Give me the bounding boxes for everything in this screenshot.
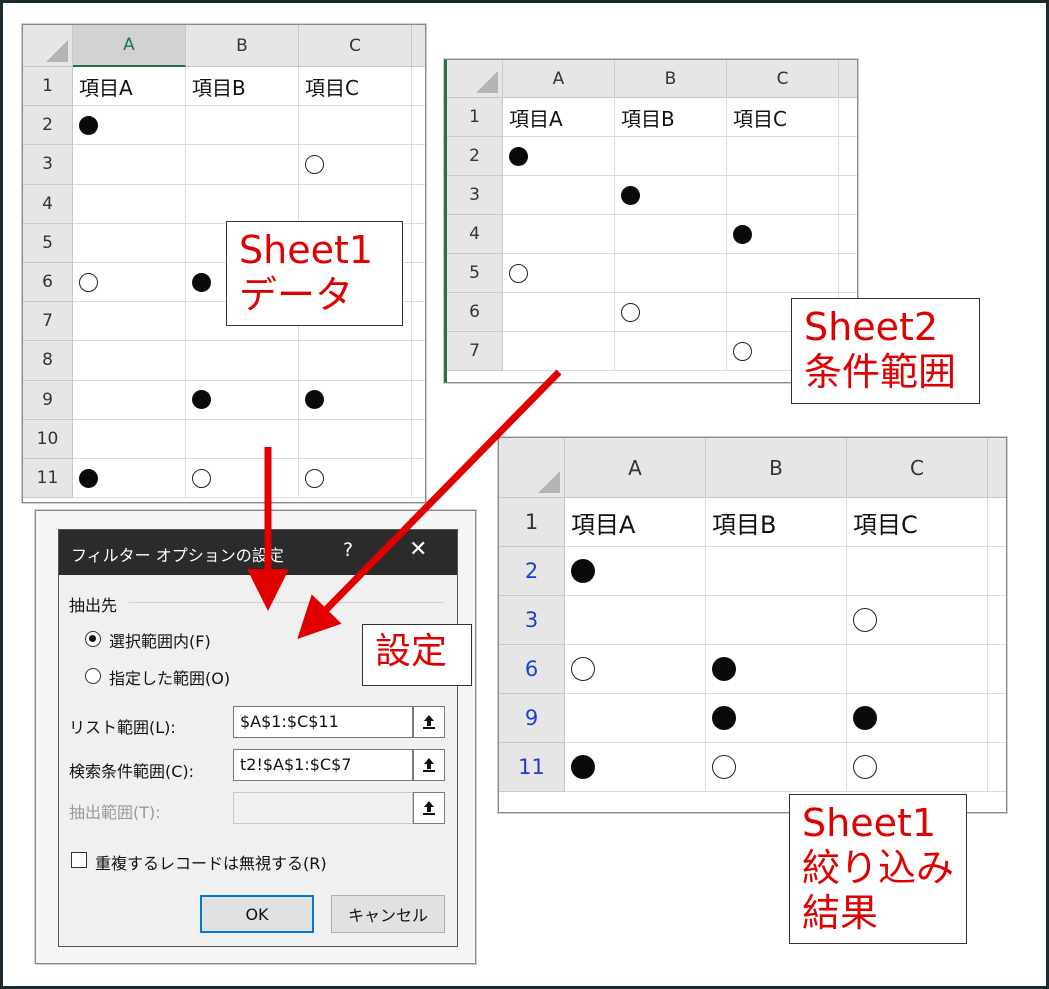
arrow-from-sheet2	[297, 369, 562, 639]
flow-arrows	[247, 369, 562, 639]
